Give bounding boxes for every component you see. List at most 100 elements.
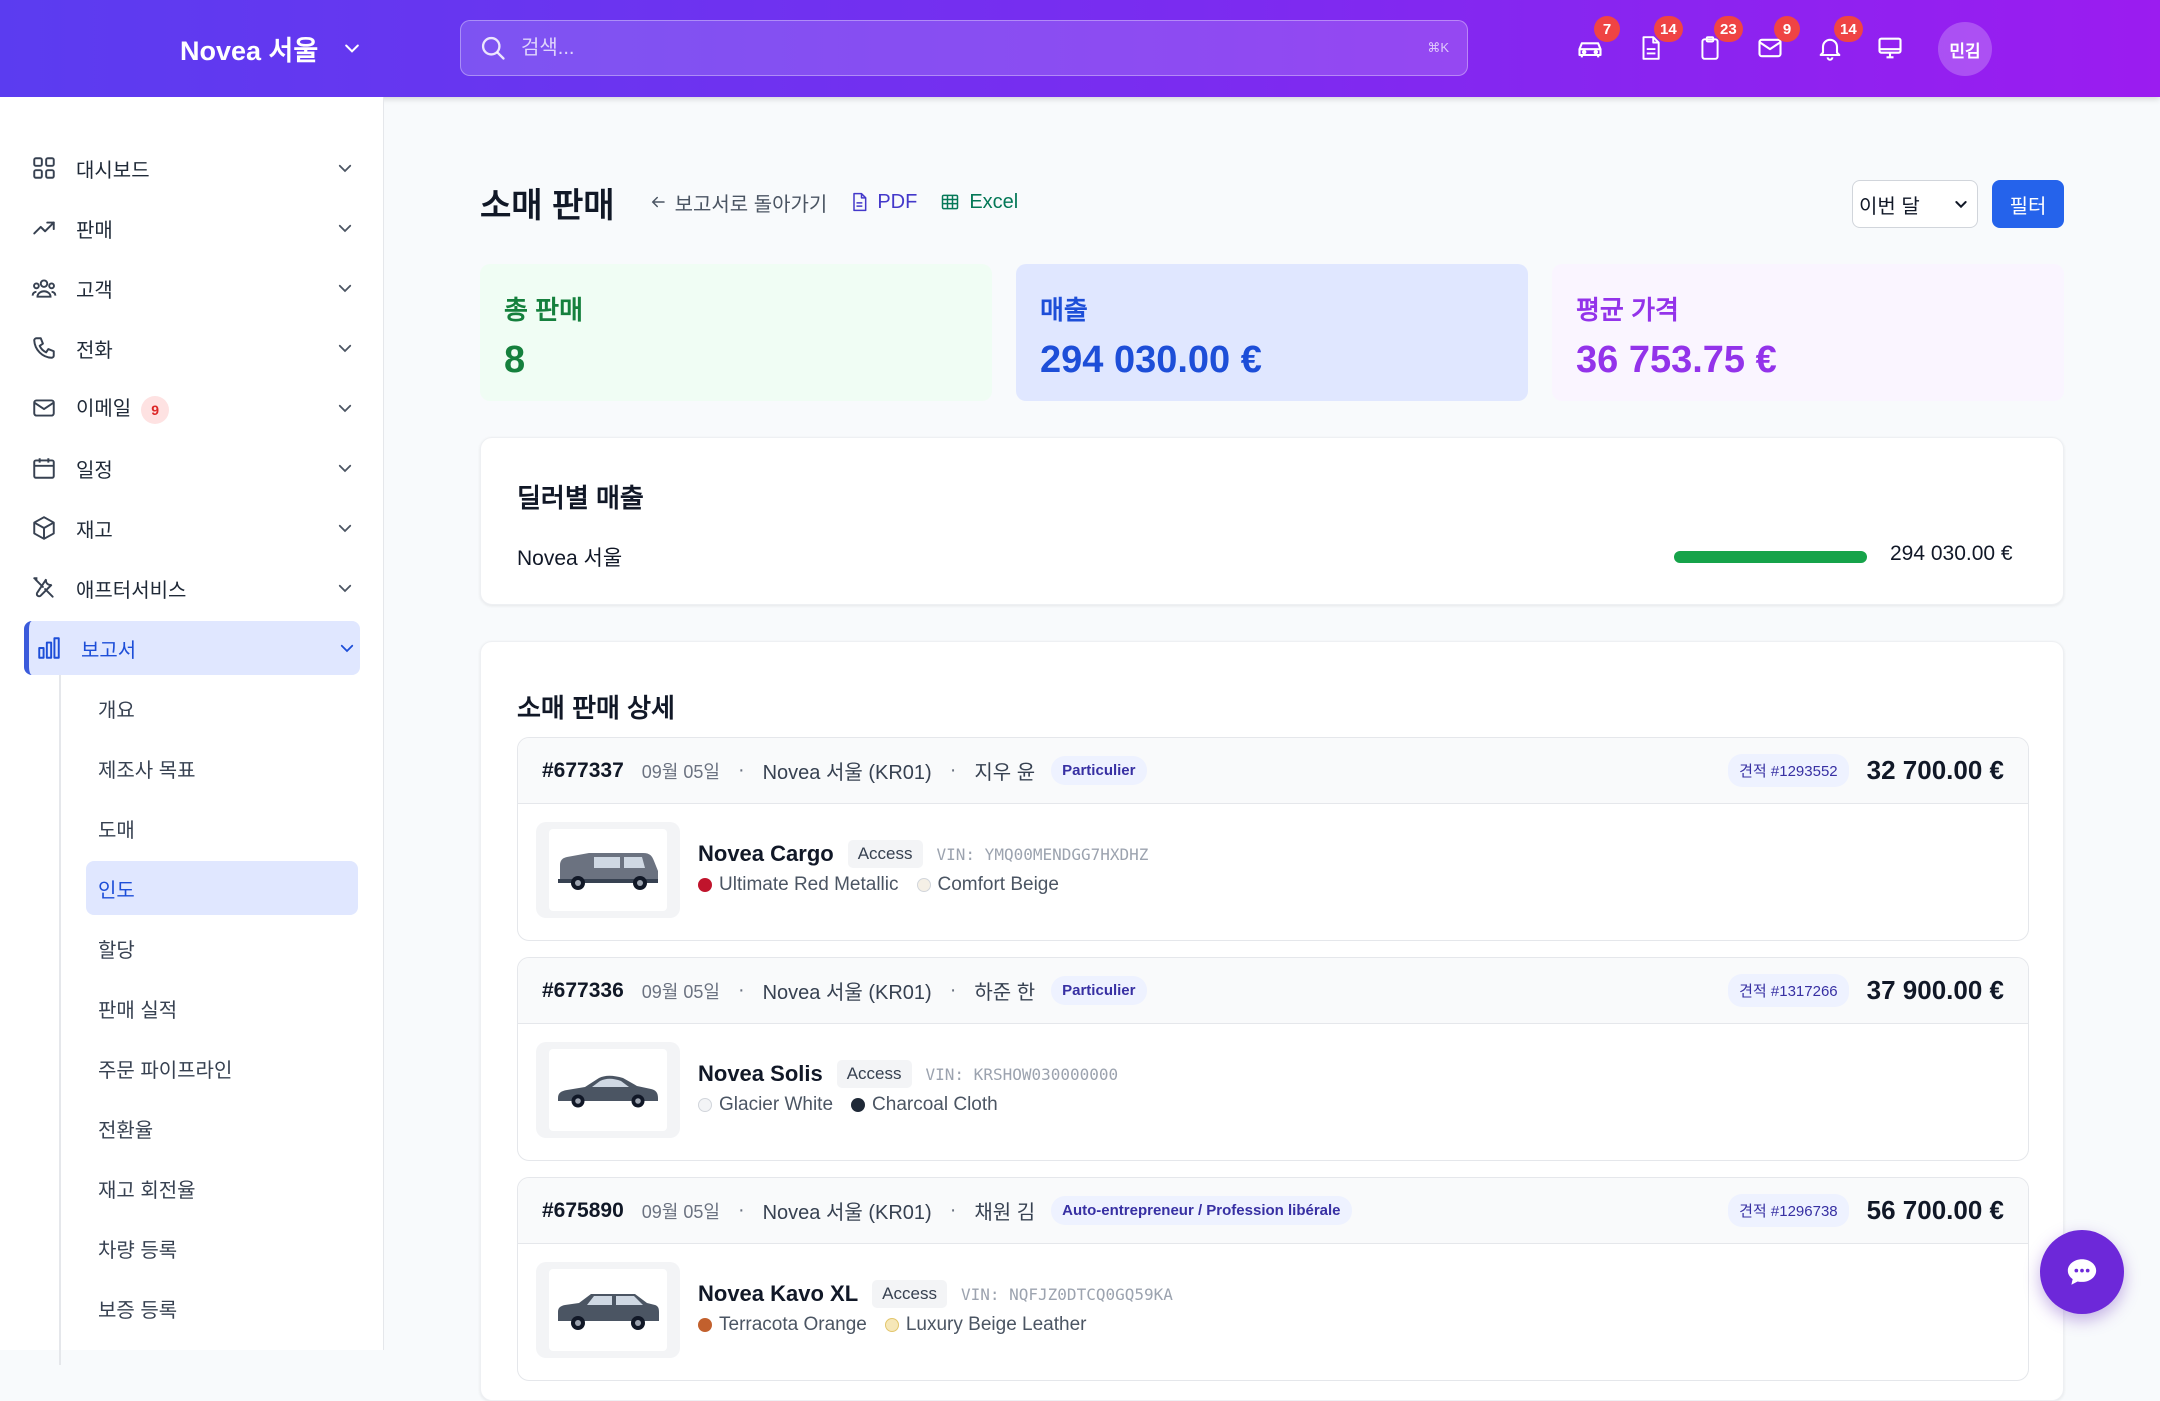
- customer-type-badge: Particulier: [1051, 756, 1147, 785]
- sale-date: 09월 05일: [641, 1201, 720, 1222]
- submenu-line: [59, 675, 61, 1365]
- monitor-icon[interactable]: [1870, 26, 1910, 70]
- vin-number: VIN: KRSHOW030000000: [925, 1064, 1119, 1084]
- trim-badge: Access: [872, 1280, 947, 1308]
- search-input[interactable]: [521, 36, 1428, 60]
- card-title: 딜러별 매출: [517, 483, 644, 513]
- stat-value: 36 753.75 €: [1576, 339, 1777, 381]
- filter-button[interactable]: 필터: [1992, 180, 2064, 228]
- top-bar: Novea 서울 ⌘K 7 14 23 9 14: [0, 0, 2160, 97]
- page-title: 소매 판매: [480, 186, 615, 225]
- vehicle-model: Novea Solis: [698, 1061, 823, 1086]
- separator: ·: [737, 1199, 745, 1221]
- search-bar[interactable]: ⌘K: [460, 20, 1468, 76]
- car-icon[interactable]: 7: [1570, 16, 1620, 70]
- clipboard-icon[interactable]: 23: [1690, 16, 1743, 70]
- sidebar-item-email[interactable]: 이메일 9: [24, 381, 358, 435]
- sidebar-item-sales[interactable]: 판매: [24, 201, 358, 255]
- vehicle-thumbnail: [536, 822, 680, 918]
- sidebar-item-inventory[interactable]: 재고: [24, 501, 358, 555]
- quote-badge[interactable]: 견적 #1293552: [1728, 754, 1849, 787]
- notification-badge: 7: [1594, 16, 1620, 42]
- submenu-item-sales-performance[interactable]: 판매 실적: [86, 981, 358, 1035]
- sidebar-item-label: 일정: [76, 459, 113, 482]
- submenu-item-vehicle-registration[interactable]: 차량 등록: [86, 1221, 358, 1275]
- dashboard-icon: [24, 155, 64, 181]
- notification-badge: 14: [1654, 16, 1683, 42]
- bell-icon[interactable]: 14: [1810, 16, 1863, 70]
- submenu-item-inventory-turnover[interactable]: 재고 회전율: [86, 1161, 358, 1215]
- separator: ·: [949, 1199, 957, 1221]
- export-pdf-button[interactable]: PDF: [849, 191, 917, 214]
- notification-badge: 23: [1714, 16, 1743, 42]
- submenu-item-delivery[interactable]: 인도: [86, 861, 358, 915]
- user-avatar[interactable]: 민김: [1938, 22, 1992, 76]
- chevron-down-icon: [332, 279, 358, 297]
- sale-date: 09월 05일: [641, 981, 720, 1002]
- stat-label: 총 판매: [504, 295, 583, 325]
- excel-label: Excel: [969, 190, 1019, 213]
- submenu-item-wholesale[interactable]: 도매: [86, 801, 358, 855]
- chevron-down-icon: [332, 399, 358, 417]
- trim-badge: Access: [836, 1060, 912, 1088]
- search-shortcut: ⌘K: [1427, 40, 1449, 55]
- separator: ·: [949, 759, 957, 781]
- chat-bubble-icon: [2067, 1259, 2097, 1285]
- period-select[interactable]: 이번 달: [1852, 180, 1978, 228]
- stat-value: 294 030.00 €: [1040, 339, 1262, 381]
- export-excel-button[interactable]: Excel: [939, 191, 1018, 214]
- phone-icon: [24, 335, 64, 361]
- dealer-switcher[interactable]: Novea 서울: [180, 28, 362, 68]
- interior-color-swatch: [884, 1318, 899, 1332]
- quote-badge[interactable]: 견적 #1296738: [1728, 1194, 1849, 1227]
- sidebar-item-customers[interactable]: 고객: [24, 261, 358, 315]
- sidebar-item-label: 이메일: [76, 398, 132, 421]
- sale-id: #677336: [542, 978, 624, 1002]
- sidebar-item-dashboard[interactable]: 대시보드: [24, 141, 358, 195]
- submenu-item-allocation[interactable]: 할당: [86, 921, 358, 975]
- chevron-down-icon: [332, 339, 358, 357]
- exterior-color: Terracota Orange: [719, 1314, 867, 1335]
- box-icon: [24, 515, 64, 541]
- sidebar-item-calendar[interactable]: 일정: [24, 441, 358, 495]
- sidebar-item-label: 대시보드: [76, 159, 150, 182]
- sale-dealer: Novea 서울 (KR01): [762, 982, 932, 1004]
- tools-icon: [24, 575, 64, 601]
- sale-row[interactable]: #677337 09월 05일 · Novea 서울 (KR01) · 지우 윤…: [517, 737, 2029, 941]
- back-to-reports-link[interactable]: 보고서로 돌아가기: [649, 188, 828, 217]
- submenu-item-overview[interactable]: 개요: [86, 681, 358, 735]
- chevron-down-icon: [332, 519, 358, 537]
- sale-price: 37 900.00 €: [1866, 975, 2004, 1005]
- document-icon[interactable]: 14: [1630, 16, 1683, 70]
- email-count-badge: 9: [141, 395, 170, 424]
- sidebar-item-label: 판매: [76, 219, 113, 242]
- stat-average-price: 평균 가격 36 753.75 €: [1552, 264, 2064, 401]
- sales-detail-card: 소매 판매 상세 #677337 09월 05일 · Novea 서울 (KR0…: [480, 641, 2064, 1401]
- exterior-color-swatch: [698, 1318, 712, 1332]
- sidebar-item-phone[interactable]: 전화: [24, 321, 358, 375]
- chevron-down-icon: [332, 459, 358, 477]
- trending-up-icon: [24, 215, 64, 241]
- sale-row[interactable]: #677336 09월 05일 · Novea 서울 (KR01) · 하준 한…: [517, 957, 2029, 1161]
- sale-customer: 채원 김: [974, 1202, 1036, 1224]
- chat-button[interactable]: [2040, 1230, 2124, 1314]
- sale-price: 56 700.00 €: [1866, 1195, 2004, 1225]
- back-label: 보고서로 돌아가기: [674, 193, 828, 216]
- sale-row[interactable]: #675890 09월 05일 · Novea 서울 (KR01) · 채원 김…: [517, 1177, 2029, 1381]
- brand-name: Novea 서울: [180, 35, 319, 66]
- calendar-icon: [24, 455, 64, 481]
- stat-label: 매출: [1040, 295, 1088, 325]
- sidebar-item-reports[interactable]: 보고서: [24, 621, 360, 675]
- submenu-item-manufacturer-target[interactable]: 제조사 목표: [86, 741, 358, 795]
- quote-badge[interactable]: 견적 #1317266: [1728, 974, 1849, 1007]
- mail-icon[interactable]: 9: [1750, 16, 1800, 70]
- submenu-item-warranty-registration[interactable]: 보증 등록: [86, 1281, 358, 1335]
- vin-number: VIN: YMQ00MENDGG7HXDHZ: [936, 844, 1149, 864]
- submenu-item-conversion-rate[interactable]: 전환율: [86, 1101, 358, 1155]
- sidebar-item-after-service[interactable]: 애프터서비스: [24, 561, 358, 615]
- interior-color: Luxury Beige Leather: [905, 1314, 1087, 1335]
- submenu-item-order-pipeline[interactable]: 주문 파이프라인: [86, 1041, 358, 1095]
- chevron-down-icon: [1955, 201, 1967, 209]
- card-title: 소매 판매 상세: [517, 693, 675, 723]
- dealer-revenue-bar: [1674, 551, 1867, 563]
